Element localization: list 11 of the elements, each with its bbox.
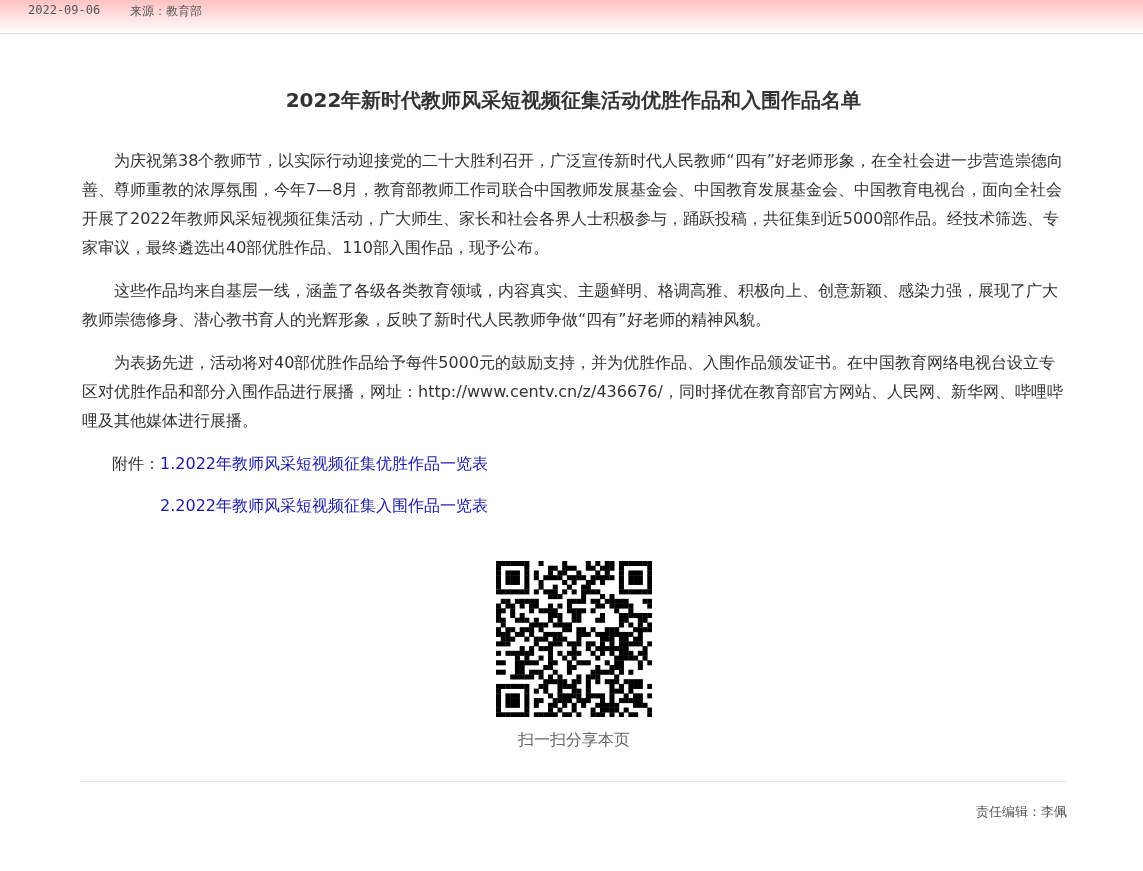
qr-caption: 扫一扫分享本页 [517, 729, 630, 751]
editor-credit: 责任编辑：李佩 [975, 803, 1067, 821]
body-paragraph: 为庆祝第38个教师节，以实际行动迎接党的二十大胜利召开，广泛宣传新时代人民教师“四有”好老师形象，在全社会进一步营造崇德向善、尊师重教的浓厚氛围，今年7—8月，教育部教师工作司联合中国教师发展基金会、中国教育发展基金会、中国教育电视台，面向全社会开展了2022年教师风采短视频征集活动，广大师生、家长和社会各界人士积极参与，踊跃投稿，共征集到近5000部作品。经技术筛选、专家审议，最终遴选出40部优胜作品、110部入围作品，现予公布。 [82, 150, 1064, 259]
attachment-label: 附件： [112, 453, 160, 475]
body-paragraph: 为表扬先进，活动将对40部优胜作品给予每件5000元的鼓励支持，并为优胜作品、入围作品颁发证书。在中国教育网络电视台设立专区对优胜作品和部分入围作品进行展播，网址：http://www.centv.cn/z/436676/，同时择优在教育部官方网站、人民网、新华网、哔哩哔哩及其他媒体进行展播。 [82, 352, 1064, 432]
attachment-link[interactable]: 2.2022年教师风采短视频征集入围作品一览表 [160, 491, 488, 520]
publish-date: 2022-09-06 [28, 3, 101, 17]
article-title: 2022年新时代教师风采短视频征集活动优胜作品和入围作品名单 [284, 87, 863, 114]
source-label: 来源：教育部 [130, 3, 203, 20]
attachment-link[interactable]: 1.2022年教师风采短视频征集优胜作品一览表 [160, 449, 488, 478]
body-paragraph: 这些作品均来自基层一线，涵盖了各级各类教育领域，内容真实、主题鲜明、格调高雅、积极向上、创意新颖、感染力强，展现了广大教师崇德修身、潜心教书育人的光辉形象，反映了新时代人民教师争做“四有”好老师的精神风貌。 [82, 280, 1059, 331]
